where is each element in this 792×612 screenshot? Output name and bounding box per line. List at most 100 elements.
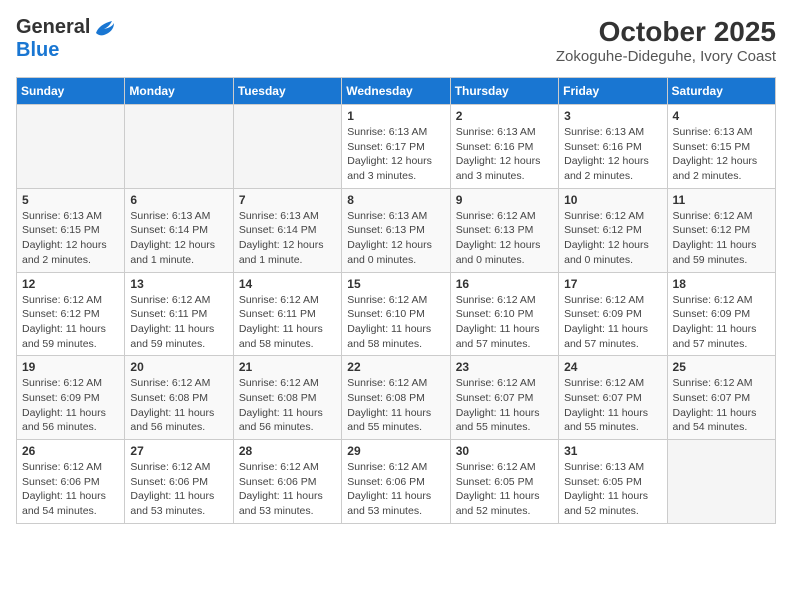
day-number: 20 — [130, 360, 227, 374]
day-detail: Sunrise: 6:12 AMSunset: 6:06 PMDaylight:… — [22, 460, 119, 519]
day-detail: Sunrise: 6:12 AMSunset: 6:08 PMDaylight:… — [130, 376, 227, 435]
day-detail: Sunrise: 6:12 AMSunset: 6:08 PMDaylight:… — [239, 376, 336, 435]
day-number: 18 — [673, 277, 770, 291]
day-detail: Sunrise: 6:12 AMSunset: 6:13 PMDaylight:… — [456, 209, 553, 268]
week-row-3: 12Sunrise: 6:12 AMSunset: 6:12 PMDayligh… — [17, 272, 776, 356]
day-number: 31 — [564, 444, 661, 458]
day-number: 6 — [130, 193, 227, 207]
day-cell: 12Sunrise: 6:12 AMSunset: 6:12 PMDayligh… — [17, 272, 125, 356]
day-detail: Sunrise: 6:12 AMSunset: 6:05 PMDaylight:… — [456, 460, 553, 519]
day-cell: 31 Sunrise: 6:13 AMSunset: 6:05 PMDayligh… — [559, 440, 667, 524]
day-detail: Sunrise: 6:12 AMSunset: 6:06 PMDaylight:… — [347, 460, 444, 519]
day-cell: 14 Sunrise: 6:12 AMSunset: 6:11 PMDayligh… — [233, 272, 341, 356]
day-cell: 3 Sunrise: 6:13 AMSunset: 6:16 PMDaylight… — [559, 105, 667, 189]
day-number: 11 — [673, 193, 770, 207]
day-cell: 23Sunrise: 6:12 AMSunset: 6:07 PMDayligh… — [450, 356, 558, 440]
day-number: 7 — [239, 193, 336, 207]
day-cell — [17, 105, 125, 189]
logo: General Blue — [16, 16, 116, 62]
day-detail: Sunrise: 6:12 AMSunset: 6:09 PMDaylight:… — [564, 293, 661, 352]
day-detail: Sunrise: 6:13 AMSunset: 6:14 PMDaylight:… — [130, 209, 227, 268]
day-number: 29 — [347, 444, 444, 458]
day-detail: Sunrise: 6:13 AMSunset: 6:14 PMDaylight:… — [239, 209, 336, 268]
day-detail: Sunrise: 6:12 AMSunset: 6:10 PMDaylight:… — [347, 293, 444, 352]
week-row-4: 19 Sunrise: 6:12 AMSunset: 6:09 PMDayligh… — [17, 356, 776, 440]
day-number: 8 — [347, 193, 444, 207]
week-row-2: 5Sunrise: 6:13 AMSunset: 6:15 PMDaylight… — [17, 188, 776, 272]
header-cell-monday: Monday — [125, 78, 233, 105]
page-title: October 2025 — [556, 16, 776, 48]
day-cell: 18 Sunrise: 6:12 AMSunset: 6:09 PMDayligh… — [667, 272, 775, 356]
day-cell: 15 Sunrise: 6:12 AMSunset: 6:10 PMDayligh… — [342, 272, 450, 356]
day-number: 15 — [347, 277, 444, 291]
week-row-5: 26 Sunrise: 6:12 AMSunset: 6:06 PMDayligh… — [17, 440, 776, 524]
day-cell: 16 Sunrise: 6:12 AMSunset: 6:10 PMDayligh… — [450, 272, 558, 356]
title-block: October 2025 Zokoguhe-Dideguhe, Ivory Co… — [556, 16, 776, 65]
day-number: 2 — [456, 109, 553, 123]
day-number: 17 — [564, 277, 661, 291]
page-header: General Blue October 2025 Zokoguhe-Dideg… — [16, 16, 776, 65]
day-detail: Sunrise: 6:13 AMSunset: 6:16 PMDaylight:… — [564, 125, 661, 184]
day-number: 9 — [456, 193, 553, 207]
logo-blue: Blue — [16, 39, 59, 61]
day-cell: 17 Sunrise: 6:12 AMSunset: 6:09 PMDayligh… — [559, 272, 667, 356]
day-number: 16 — [456, 277, 553, 291]
day-cell: 21 Sunrise: 6:12 AMSunset: 6:08 PMDayligh… — [233, 356, 341, 440]
day-cell: 30Sunrise: 6:12 AMSunset: 6:05 PMDayligh… — [450, 440, 558, 524]
day-cell: 11 Sunrise: 6:12 AMSunset: 6:12 PMDayligh… — [667, 188, 775, 272]
day-detail: Sunrise: 6:13 AMSunset: 6:15 PMDaylight:… — [673, 125, 770, 184]
header-cell-tuesday: Tuesday — [233, 78, 341, 105]
header-cell-sunday: Sunday — [17, 78, 125, 105]
calendar-body: 1Sunrise: 6:13 AMSunset: 6:17 PMDaylight… — [17, 105, 776, 524]
day-detail: Sunrise: 6:13 AMSunset: 6:05 PMDaylight:… — [564, 460, 661, 519]
day-cell — [667, 440, 775, 524]
header-cell-wednesday: Wednesday — [342, 78, 450, 105]
header-cell-friday: Friday — [559, 78, 667, 105]
day-detail: Sunrise: 6:12 AMSunset: 6:11 PMDaylight:… — [239, 293, 336, 352]
day-number: 1 — [347, 109, 444, 123]
day-cell: 19 Sunrise: 6:12 AMSunset: 6:09 PMDayligh… — [17, 356, 125, 440]
day-detail: Sunrise: 6:12 AMSunset: 6:11 PMDaylight:… — [130, 293, 227, 352]
day-detail: Sunrise: 6:12 AMSunset: 6:07 PMDaylight:… — [456, 376, 553, 435]
day-cell: 24Sunrise: 6:12 AMSunset: 6:07 PMDayligh… — [559, 356, 667, 440]
day-number: 28 — [239, 444, 336, 458]
day-detail: Sunrise: 6:12 AMSunset: 6:09 PMDaylight:… — [673, 293, 770, 352]
day-cell: 5Sunrise: 6:13 AMSunset: 6:15 PMDaylight… — [17, 188, 125, 272]
day-number: 14 — [239, 277, 336, 291]
day-cell: 22Sunrise: 6:12 AMSunset: 6:08 PMDayligh… — [342, 356, 450, 440]
day-number: 22 — [347, 360, 444, 374]
day-cell: 20 Sunrise: 6:12 AMSunset: 6:08 PMDayligh… — [125, 356, 233, 440]
day-number: 27 — [130, 444, 227, 458]
day-cell: 7 Sunrise: 6:13 AMSunset: 6:14 PMDaylight… — [233, 188, 341, 272]
day-number: 26 — [22, 444, 119, 458]
day-detail: Sunrise: 6:12 AMSunset: 6:07 PMDaylight:… — [673, 376, 770, 435]
day-detail: Sunrise: 6:12 AMSunset: 6:12 PMDaylight:… — [22, 293, 119, 352]
day-detail: Sunrise: 6:12 AMSunset: 6:07 PMDaylight:… — [564, 376, 661, 435]
header-row: SundayMondayTuesdayWednesdayThursdayFrid… — [17, 78, 776, 105]
day-detail: Sunrise: 6:12 AMSunset: 6:10 PMDaylight:… — [456, 293, 553, 352]
day-cell: 1Sunrise: 6:13 AMSunset: 6:17 PMDaylight… — [342, 105, 450, 189]
day-detail: Sunrise: 6:13 AMSunset: 6:15 PMDaylight:… — [22, 209, 119, 268]
day-detail: Sunrise: 6:12 AMSunset: 6:06 PMDaylight:… — [130, 460, 227, 519]
day-cell: 4Sunrise: 6:13 AMSunset: 6:15 PMDaylight… — [667, 105, 775, 189]
logo-bird-icon — [94, 19, 116, 37]
day-cell: 27 Sunrise: 6:12 AMSunset: 6:06 PMDayligh… — [125, 440, 233, 524]
day-cell — [233, 105, 341, 189]
week-row-1: 1Sunrise: 6:13 AMSunset: 6:17 PMDaylight… — [17, 105, 776, 189]
day-detail: Sunrise: 6:12 AMSunset: 6:12 PMDaylight:… — [673, 209, 770, 268]
day-detail: Sunrise: 6:12 AMSunset: 6:09 PMDaylight:… — [22, 376, 119, 435]
day-cell: 13Sunrise: 6:12 AMSunset: 6:11 PMDayligh… — [125, 272, 233, 356]
day-detail: Sunrise: 6:13 AMSunset: 6:13 PMDaylight:… — [347, 209, 444, 268]
day-cell: 10Sunrise: 6:12 AMSunset: 6:12 PMDayligh… — [559, 188, 667, 272]
day-number: 21 — [239, 360, 336, 374]
page-subtitle: Zokoguhe-Dideguhe, Ivory Coast — [556, 48, 776, 65]
day-number: 25 — [673, 360, 770, 374]
day-cell: 8 Sunrise: 6:13 AMSunset: 6:13 PMDaylight… — [342, 188, 450, 272]
day-detail: Sunrise: 6:13 AMSunset: 6:16 PMDaylight:… — [456, 125, 553, 184]
header-cell-saturday: Saturday — [667, 78, 775, 105]
logo-general: General — [16, 16, 90, 39]
day-number: 19 — [22, 360, 119, 374]
day-cell: 28Sunrise: 6:12 AMSunset: 6:06 PMDayligh… — [233, 440, 341, 524]
day-number: 3 — [564, 109, 661, 123]
calendar: SundayMondayTuesdayWednesdayThursdayFrid… — [16, 77, 776, 524]
